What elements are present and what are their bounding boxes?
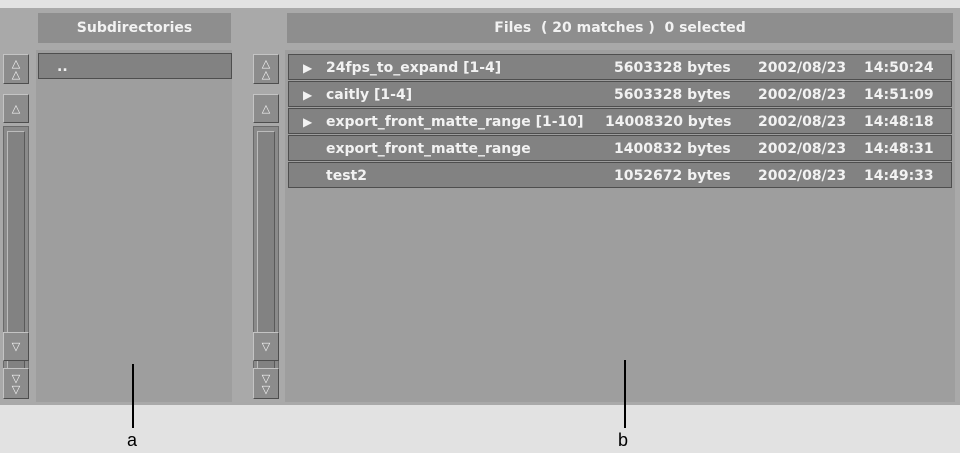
- subdirectories-list[interactable]: ..: [36, 50, 232, 402]
- files-header-label: Files ( 20 matches ) 0 selected: [494, 20, 746, 36]
- file-date: 2002/08/23: [758, 60, 847, 76]
- file-time: 14:49:33: [864, 168, 934, 184]
- files-scrollbar[interactable]: △ △ △ ▽ ▽ ▽: [253, 54, 279, 400]
- callout-line-a: [132, 364, 134, 428]
- file-size: 1400832 bytes: [614, 141, 731, 157]
- scroll-up-button[interactable]: △: [253, 94, 279, 123]
- scroll-to-top-button[interactable]: △ △: [3, 54, 29, 84]
- double-down-arrow-icon: ▽ ▽: [261, 371, 271, 396]
- file-row[interactable]: ▶ export_front_matte_range [1-10] 140083…: [288, 108, 952, 134]
- file-time: 14:51:09: [864, 87, 934, 103]
- scroll-to-bottom-button[interactable]: ▽ ▽: [253, 368, 279, 399]
- file-name: export_front_matte_range [1-10]: [326, 114, 584, 130]
- subdirectories-header: Subdirectories: [38, 13, 231, 43]
- up-arrow-icon: △: [261, 102, 271, 115]
- file-date: 2002/08/23: [758, 87, 847, 103]
- double-up-arrow-icon: △ △: [261, 57, 271, 81]
- file-date: 2002/08/23: [758, 168, 847, 184]
- files-list[interactable]: ▶ 24fps_to_expand [1-4] 5603328 bytes 20…: [285, 50, 955, 402]
- subdirectory-item-label: ..: [57, 59, 68, 75]
- double-up-arrow-icon: △ △: [11, 57, 21, 81]
- file-name: caitly [1-4]: [326, 87, 413, 103]
- file-date: 2002/08/23: [758, 114, 847, 130]
- down-arrow-icon: ▽: [261, 340, 271, 353]
- file-size: 5603328 bytes: [614, 60, 731, 76]
- subdirectory-item[interactable]: ..: [38, 53, 232, 79]
- subdirectories-header-label: Subdirectories: [76, 20, 193, 36]
- subdirectories-scrollbar[interactable]: △ △ △ ▽ ▽ ▽: [3, 54, 29, 400]
- file-name: test2: [326, 168, 367, 184]
- file-row[interactable]: export_front_matte_range 1400832 bytes 2…: [288, 135, 952, 161]
- file-time: 14:50:24: [864, 60, 934, 76]
- scroll-down-button[interactable]: ▽: [253, 332, 279, 361]
- triangle-right-icon[interactable]: ▶: [303, 82, 312, 108]
- file-row[interactable]: test2 1052672 bytes 2002/08/23 14:49:33: [288, 162, 952, 188]
- file-name: 24fps_to_expand [1-4]: [326, 60, 502, 76]
- scroll-up-button[interactable]: △: [3, 94, 29, 123]
- scroll-to-bottom-button[interactable]: ▽ ▽: [3, 368, 29, 399]
- scroll-to-top-button[interactable]: △ △: [253, 54, 279, 84]
- file-date: 2002/08/23: [758, 141, 847, 157]
- file-name: export_front_matte_range: [326, 141, 531, 157]
- down-arrow-icon: ▽: [11, 340, 21, 353]
- callout-label-b: b: [618, 430, 629, 450]
- double-down-arrow-icon: ▽ ▽: [11, 371, 21, 396]
- file-size: 14008320 bytes: [605, 114, 732, 130]
- callout-line-b: [624, 360, 626, 428]
- file-time: 14:48:18: [864, 114, 934, 130]
- file-time: 14:48:31: [864, 141, 934, 157]
- file-row[interactable]: ▶ 24fps_to_expand [1-4] 5603328 bytes 20…: [288, 54, 952, 80]
- callout-label-a: a: [127, 430, 138, 450]
- files-header: Files ( 20 matches ) 0 selected: [287, 13, 953, 43]
- file-row[interactable]: ▶ caitly [1-4] 5603328 bytes 2002/08/23 …: [288, 81, 952, 107]
- file-size: 1052672 bytes: [614, 168, 731, 184]
- up-arrow-icon: △: [11, 102, 21, 115]
- file-size: 5603328 bytes: [614, 87, 731, 103]
- triangle-right-icon[interactable]: ▶: [303, 109, 312, 135]
- triangle-right-icon[interactable]: ▶: [303, 55, 312, 81]
- scroll-down-button[interactable]: ▽: [3, 332, 29, 361]
